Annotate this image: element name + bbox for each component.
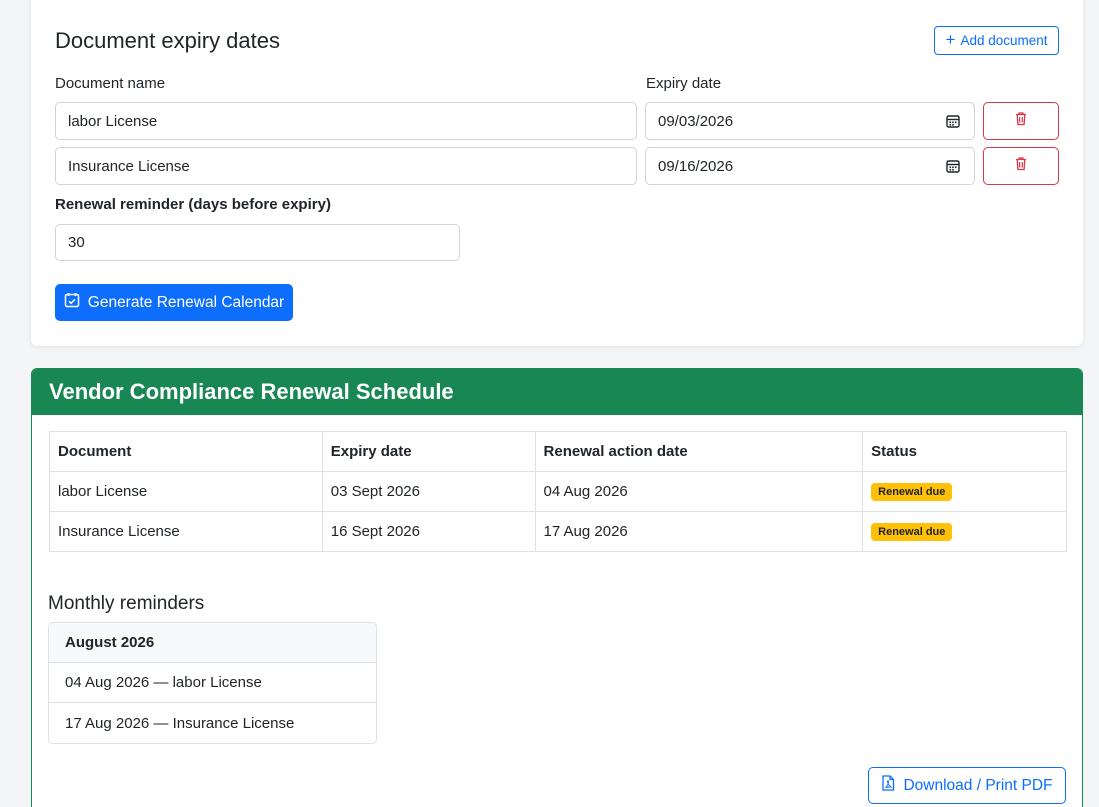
- download-pdf-label: Download / Print PDF: [903, 776, 1053, 794]
- monthly-reminders-list: August 2026 04 Aug 2026 — labor License …: [48, 622, 377, 744]
- document-name-label: Document name: [55, 75, 166, 92]
- expiry-date-label: Expiry date: [646, 75, 722, 92]
- column-header: Status: [862, 431, 1067, 472]
- add-document-label: Add document: [960, 33, 1048, 48]
- table-row: labor License 03 Sept 2026 04 Aug 2026 R…: [49, 471, 1067, 512]
- column-header: Document: [49, 431, 323, 472]
- calendar-icon[interactable]: [946, 159, 960, 173]
- document-cell: labor License: [49, 471, 323, 512]
- column-header: Renewal action date: [534, 431, 864, 472]
- list-item: 17 Aug 2026 — Insurance License: [65, 714, 295, 732]
- trash-icon: [1014, 111, 1028, 131]
- expiry-cell: 16 Sept 2026: [321, 511, 536, 552]
- status-cell: Renewal due: [862, 471, 1067, 512]
- trash-icon: [1014, 156, 1028, 176]
- expiry-date-input[interactable]: 09/03/2026: [645, 102, 975, 140]
- month-heading: August 2026: [49, 623, 376, 663]
- generate-calendar-button[interactable]: Generate Renewal Calendar: [55, 284, 293, 321]
- expiry-date-input[interactable]: 09/16/2026: [645, 147, 975, 185]
- status-badge: Renewal due: [871, 523, 953, 541]
- generate-calendar-label: Generate Renewal Calendar: [87, 293, 285, 311]
- expiry-cell: 03 Sept 2026: [321, 471, 536, 512]
- file-pdf-icon: [881, 775, 895, 796]
- document-cell: Insurance License: [49, 511, 323, 552]
- table-row: Insurance License 16 Sept 2026 17 Aug 20…: [49, 511, 1067, 552]
- table-header-row: Document Expiry date Renewal action date…: [49, 431, 1067, 472]
- schedule-table: Document Expiry date Renewal action date…: [49, 431, 1067, 552]
- calendar-icon[interactable]: [946, 114, 960, 128]
- column-header: Expiry date: [321, 431, 536, 472]
- renewal-days-value: 30: [68, 234, 85, 251]
- document-name-value: labor License: [68, 112, 158, 130]
- monthly-reminders-title: Monthly reminders: [48, 593, 205, 614]
- form-title: Document expiry dates: [55, 28, 280, 53]
- status-cell: Renewal due: [862, 511, 1067, 552]
- action-date-cell: 04 Aug 2026: [534, 471, 864, 512]
- list-item: 04 Aug 2026 — labor License: [49, 663, 376, 703]
- status-badge: Renewal due: [871, 483, 953, 501]
- add-document-button[interactable]: + Add document: [934, 26, 1059, 55]
- delete-row-button[interactable]: [983, 147, 1059, 185]
- renewal-reminder-label: Renewal reminder (days before expiry): [55, 196, 331, 213]
- delete-row-button[interactable]: [983, 102, 1059, 140]
- document-name-value: Insurance License: [68, 157, 190, 175]
- download-pdf-button[interactable]: Download / Print PDF: [868, 767, 1066, 804]
- document-name-input[interactable]: Insurance License: [55, 147, 637, 185]
- expiry-date-value: 09/16/2026: [658, 157, 734, 175]
- renewal-days-input[interactable]: 30: [55, 224, 460, 261]
- schedule-title: Vendor Compliance Renewal Schedule: [32, 369, 1082, 415]
- action-date-cell: 17 Aug 2026: [534, 511, 864, 552]
- calendar-check-icon: [64, 292, 80, 313]
- expiry-date-value: 09/03/2026: [658, 112, 734, 130]
- plus-icon: +: [945, 30, 956, 49]
- document-name-input[interactable]: labor License: [55, 102, 637, 140]
